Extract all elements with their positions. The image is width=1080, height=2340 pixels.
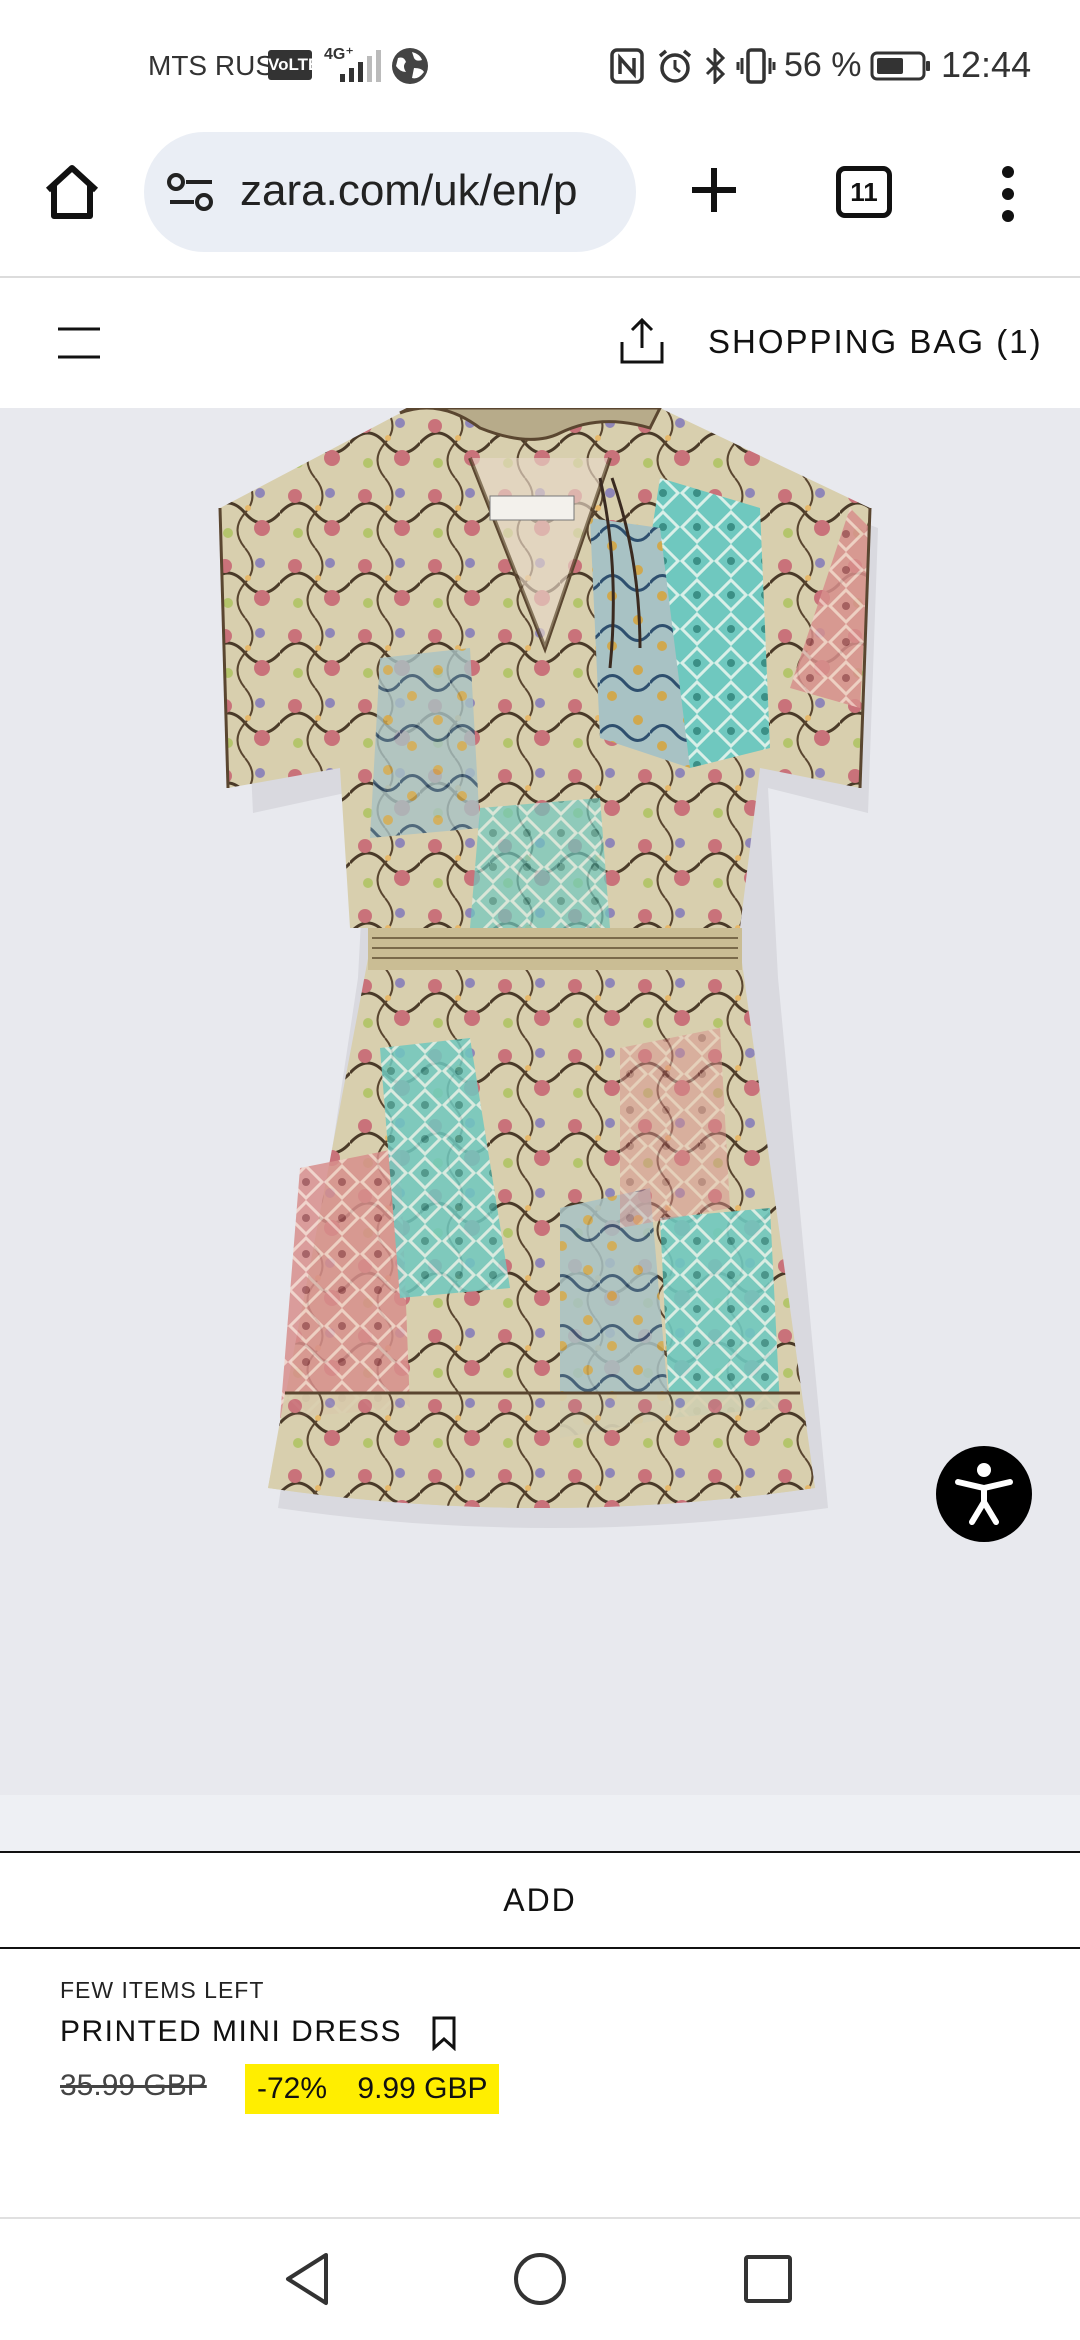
add-button-label: ADD — [503, 1882, 577, 1918]
status-bar: MTS RUS VoLTE 4G⁺ 56 % 12:44 — [0, 0, 1080, 130]
nfc-icon — [610, 48, 644, 84]
shopping-bag-button[interactable]: SHOPPING BAG (1) — [708, 323, 1043, 361]
site-settings-icon[interactable] — [166, 172, 216, 212]
menu-icon[interactable] — [56, 325, 102, 361]
discount-percent: -72% — [257, 2072, 328, 2105]
product-image[interactable] — [0, 408, 1080, 1795]
dress-illustration — [218, 408, 878, 1528]
site-header: SHOPPING BAG (1) — [0, 280, 1080, 408]
home-circle-icon[interactable] — [510, 2251, 570, 2311]
back-icon[interactable] — [282, 2251, 332, 2307]
image-gallery-gap — [0, 1795, 1080, 1851]
clock: 12:44 — [941, 44, 1032, 85]
share-icon[interactable] — [618, 316, 666, 366]
vibrate-icon — [736, 48, 776, 84]
volte-badge: VoLTE — [268, 50, 319, 80]
plus-icon[interactable] — [686, 162, 742, 218]
system-nav-bar — [0, 2217, 1080, 2340]
product-info: FEW ITEMS LEFT PRINTED MINI DRESS 35.99 … — [0, 1951, 1080, 2217]
accessibility-icon — [955, 1463, 1013, 1525]
add-to-bag-button[interactable]: ADD — [0, 1851, 1080, 1949]
globe-icon — [392, 48, 428, 84]
sale-price: 9.99 GBP — [357, 2072, 488, 2105]
bookmark-icon[interactable] — [430, 2015, 458, 2051]
sale-price-badge: -72% 9.99 GBP — [245, 2064, 500, 2114]
home-icon[interactable] — [40, 160, 104, 224]
original-price: 35.99 GBP — [60, 2069, 207, 2102]
signal-icon — [340, 50, 381, 82]
accessibility-button[interactable] — [936, 1446, 1032, 1542]
bluetooth-icon — [705, 48, 726, 84]
battery-percent: 56 % — [784, 46, 862, 84]
recent-apps-icon[interactable] — [743, 2254, 793, 2304]
more-vert-icon[interactable] — [996, 164, 1020, 224]
alarm-icon — [658, 49, 692, 83]
battery-icon — [870, 51, 930, 81]
address-bar[interactable]: zara.com/uk/en/p — [144, 132, 636, 252]
url-text[interactable]: zara.com/uk/en/p — [240, 166, 620, 216]
product-name: PRINTED MINI DRESS — [60, 2015, 403, 2048]
tab-switcher-button[interactable]: 11 — [836, 166, 892, 218]
stock-notice: FEW ITEMS LEFT — [60, 1977, 265, 2003]
carrier-label: MTS RUS — [148, 50, 274, 81]
browser-toolbar: zara.com/uk/en/p 11 — [0, 130, 1080, 278]
